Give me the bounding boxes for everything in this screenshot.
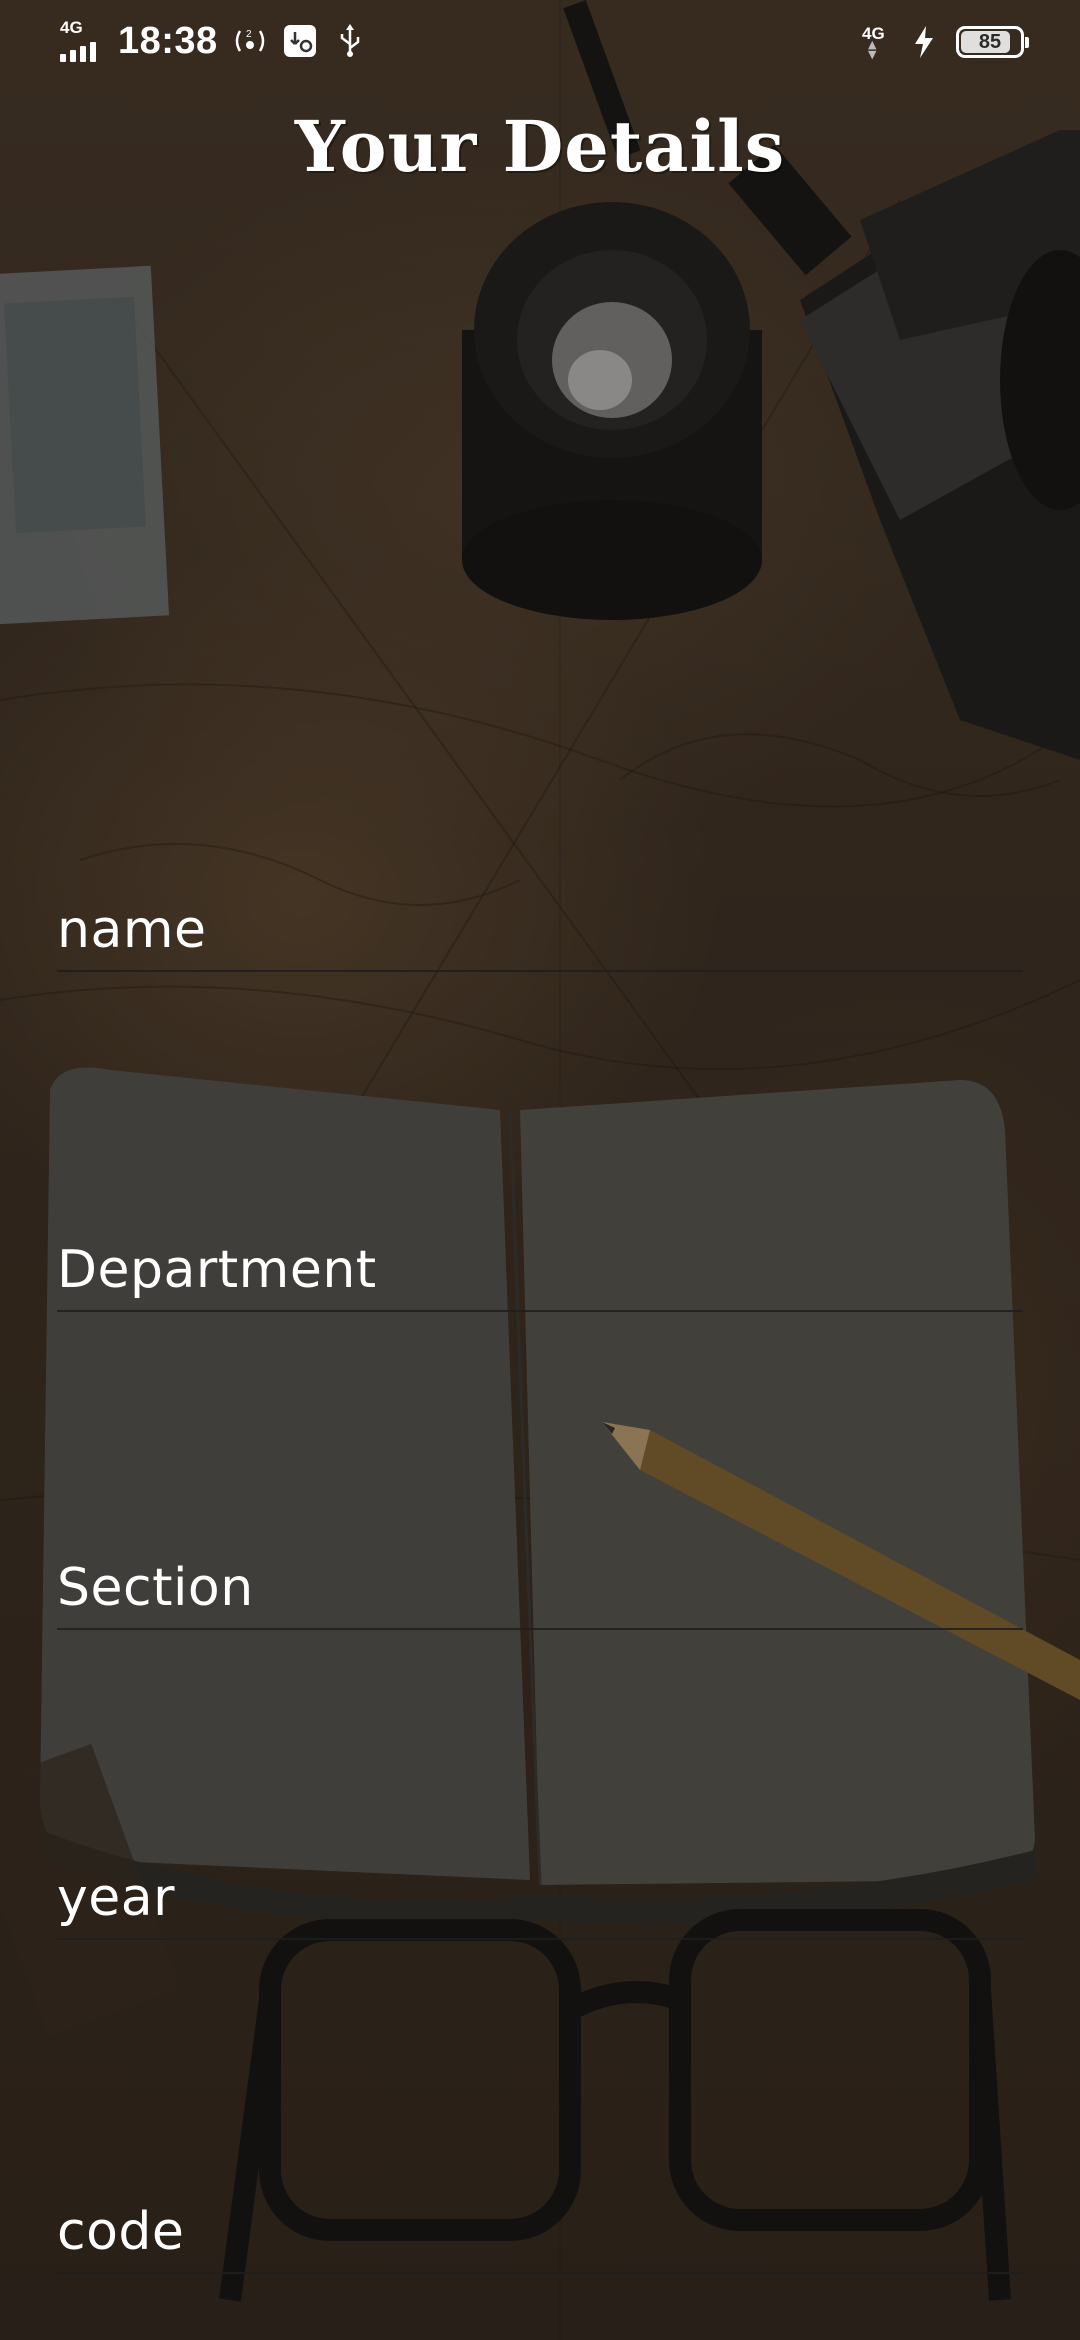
status-bar-right: 4G ▲ ▼ 85 bbox=[862, 24, 1029, 61]
charging-bolt-icon bbox=[906, 24, 942, 60]
year-input[interactable] bbox=[57, 1868, 1023, 1940]
status-time: 18:38 bbox=[118, 19, 218, 62]
usb-debug-icon bbox=[282, 23, 318, 59]
background-photo bbox=[0, 0, 1080, 2340]
department-field bbox=[57, 1240, 1023, 1312]
signal-bars-icon: 4G bbox=[58, 18, 104, 64]
mobile-data-icon: 4G ▲ ▼ bbox=[862, 24, 885, 61]
name-field bbox=[57, 900, 1023, 972]
section-input[interactable] bbox=[57, 1558, 1023, 1630]
code-input[interactable] bbox=[57, 2202, 1023, 2274]
page-title: Your Details bbox=[294, 105, 786, 188]
name-input[interactable] bbox=[57, 900, 1023, 972]
code-field bbox=[57, 2202, 1023, 2274]
wifi-calling-icon: 2 bbox=[232, 23, 268, 59]
battery-percentage: 85 bbox=[978, 30, 1002, 53]
dim-overlay bbox=[0, 0, 1080, 2340]
battery-icon: 85 bbox=[956, 26, 1029, 58]
status-bar-left: 4G 18:38 2 bbox=[58, 18, 368, 64]
network-type-label: 4G bbox=[60, 18, 83, 37]
usb-icon bbox=[332, 23, 368, 59]
section-field bbox=[57, 1558, 1023, 1630]
svg-text:2: 2 bbox=[246, 29, 252, 40]
year-field bbox=[57, 1868, 1023, 1940]
department-input[interactable] bbox=[57, 1240, 1023, 1312]
status-bar: 4G 18:38 2 4G ▲ ▼ 85 bbox=[0, 0, 1080, 90]
